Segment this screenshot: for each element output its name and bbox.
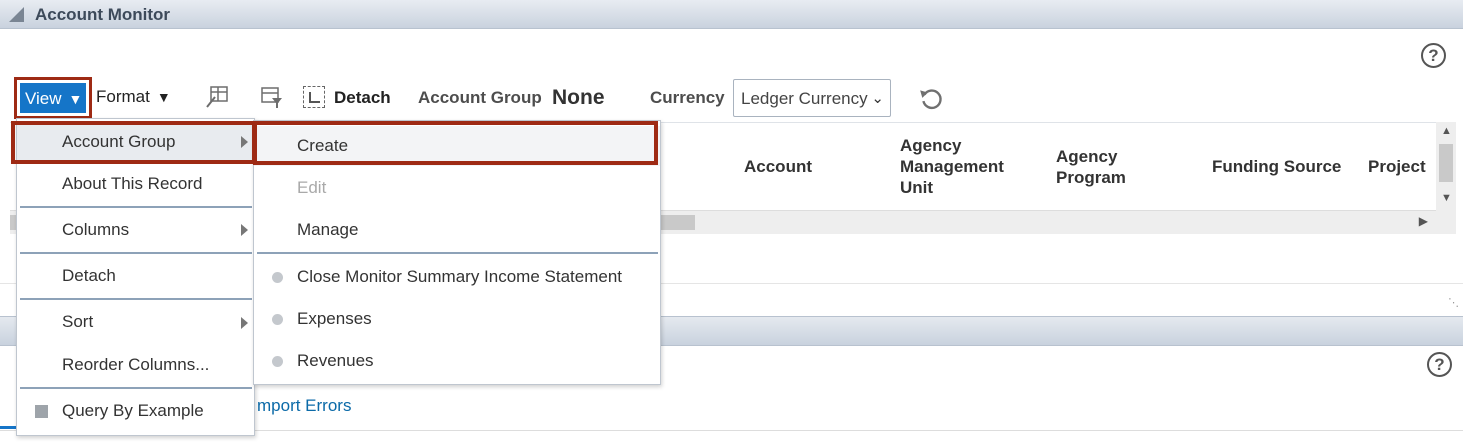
submenu-arrow-icon (241, 224, 248, 236)
currency-select[interactable]: Ledger Currency ⌄ (733, 79, 891, 117)
menu-separator (20, 298, 252, 300)
menu-item-sort[interactable]: Sort (17, 302, 254, 342)
menu-item-about-this-record[interactable]: About This Record (17, 164, 254, 204)
panel-title: Account Monitor (35, 5, 171, 24)
menu-item-group-expenses[interactable]: Expenses (254, 299, 660, 339)
menu-item-group-revenues[interactable]: Revenues (254, 341, 660, 381)
scroll-up-icon[interactable]: ▲ (1441, 125, 1452, 137)
column-header-account[interactable]: Account (744, 156, 812, 177)
menu-item-label: Revenues (297, 351, 374, 370)
menu-item-reorder-columns[interactable]: Reorder Columns... (17, 345, 254, 385)
view-button-label: View (25, 89, 62, 108)
currency-select-value: Ledger Currency (741, 89, 868, 108)
create-highlight (253, 121, 658, 165)
format-menu-button[interactable]: Format ▼ (96, 87, 171, 107)
column-header-agency-management-unit[interactable]: Agency Management Unit (900, 135, 1030, 198)
wrap-filter-icon[interactable] (260, 85, 284, 109)
currency-label: Currency (650, 88, 725, 107)
menu-separator (20, 252, 252, 254)
menu-item-manage[interactable]: Manage (254, 210, 660, 250)
column-header-funding-source[interactable]: Funding Source (1212, 156, 1341, 177)
menu-item-label: Query By Example (62, 401, 204, 420)
menu-item-label: Detach (62, 266, 116, 285)
menu-separator (257, 252, 658, 254)
collapse-triangle-icon[interactable] (9, 7, 24, 22)
account-group-highlight (11, 121, 256, 164)
view-dropdown-menu: Account Group About This Record Columns … (16, 118, 255, 436)
freeze-columns-icon[interactable] (205, 85, 229, 109)
menu-separator (20, 387, 252, 389)
menu-item-label: Close Monitor Summary Income Statement (297, 267, 623, 286)
detach-icon[interactable] (303, 86, 325, 108)
vertical-scrollbar[interactable]: ▲ ▼ (1436, 122, 1456, 234)
view-menu-button[interactable]: View ▼ (20, 83, 86, 113)
menu-item-label: Columns (62, 220, 130, 239)
format-button-label: Format (96, 87, 150, 106)
caret-down-icon: ▼ (68, 91, 83, 107)
account-group-label: Account Group (418, 88, 542, 107)
resize-grip-icon[interactable]: ⋱ (1448, 296, 1459, 309)
help-icon[interactable]: ? (1427, 352, 1452, 377)
menu-item-label: About This Record (62, 174, 203, 193)
scroll-right-icon[interactable]: ▶ (1419, 214, 1428, 228)
account-group-value: None (552, 86, 605, 109)
column-header-project[interactable]: Project (1368, 156, 1426, 177)
refresh-icon[interactable] (918, 86, 944, 112)
chevron-down-icon: ⌄ (871, 90, 884, 107)
help-icon[interactable]: ? (1421, 43, 1446, 68)
menu-item-columns[interactable]: Columns (17, 210, 254, 250)
tab-import-errors[interactable]: mport Errors (257, 396, 351, 416)
account-monitor-header: Account Monitor (0, 0, 1463, 29)
menu-item-label: Manage (297, 220, 359, 239)
detach-button[interactable]: Detach (334, 88, 391, 108)
menu-item-group-close-monitor[interactable]: Close Monitor Summary Income Statement (254, 257, 660, 297)
active-tab-indicator (0, 426, 16, 429)
menu-separator (20, 206, 252, 208)
menu-item-label: Edit (297, 178, 327, 197)
scrollbar-thumb[interactable] (1439, 144, 1453, 182)
column-header-agency-program[interactable]: Agency Program (1056, 146, 1156, 188)
caret-down-icon: ▼ (156, 89, 171, 105)
view-menu-highlight: View ▼ (14, 77, 92, 119)
menu-item-query-by-example[interactable]: Query By Example (17, 391, 254, 431)
menu-item-label: Expenses (297, 309, 372, 328)
menu-item-edit: Edit (254, 168, 660, 208)
menu-item-label: Reorder Columns... (62, 355, 210, 374)
submenu-arrow-icon (241, 317, 248, 329)
scroll-down-icon[interactable]: ▼ (1441, 192, 1452, 204)
menu-item-detach[interactable]: Detach (17, 256, 254, 296)
menu-item-label: Sort (62, 312, 94, 331)
